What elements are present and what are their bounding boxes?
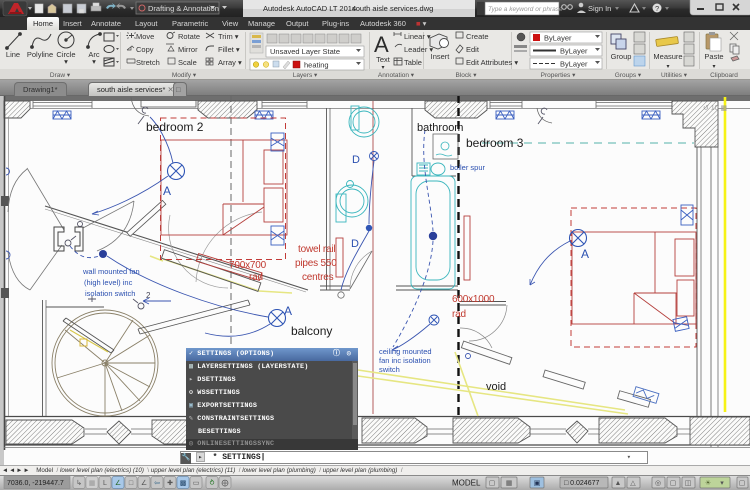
svg-text:D: D [351,238,359,250]
svg-text:▦: ▦ [89,480,96,487]
svg-text:isolation switch: isolation switch [85,289,135,298]
svg-text:7036.0, -219447.7: 7036.0, -219447.7 [7,480,64,487]
svg-text:Edit: Edit [466,45,480,54]
svg-text:700x700: 700x700 [229,260,267,271]
svg-text:Paste: Paste [704,52,723,61]
svg-text:▩: ▩ [180,480,187,487]
svg-text:Edit Attributes ▾: Edit Attributes ▾ [466,58,518,67]
svg-text:Clipboard: Clipboard [710,72,738,79]
svg-text:↺ 10 ▦: ↺ 10 ▦ [703,105,727,112]
svg-text:(high level) inc: (high level) inc [84,278,133,287]
svg-text:ByLayer: ByLayer [560,47,588,56]
svg-text:Modify ▾: Modify ▾ [172,72,197,79]
svg-text:Array ▾: Array ▾ [218,58,242,67]
svg-text:Leader ▾: Leader ▾ [404,45,433,54]
svg-text:rad: rad [452,309,466,320]
svg-text:Rotate: Rotate [178,32,200,41]
svg-text:⇦: ⇦ [154,480,160,487]
svg-text:A: A [374,32,389,57]
svg-text:✚: ✚ [167,479,173,487]
svg-text:Mirror: Mirror [178,45,198,54]
svg-text:Unsaved Layer State: Unsaved Layer State [270,47,340,56]
svg-text:□ 0.024677: □ 0.024677 [564,480,599,487]
svg-text:Polyline: Polyline [27,50,53,59]
svg-text:Layers ▾: Layers ▾ [293,72,318,79]
svg-text:Stretch: Stretch [136,58,160,67]
svg-text:centres: centres [302,272,334,283]
svg-text:pipes 550: pipes 550 [295,258,337,269]
svg-text:Sign In: Sign In [588,4,611,13]
svg-text:MODEL: MODEL [452,479,481,488]
svg-text:switch: switch [379,365,400,374]
svg-text:Draw ▾: Draw ▾ [50,72,71,79]
svg-text:A: A [163,184,171,198]
svg-text:Table: Table [404,58,422,67]
svg-text:↳: ↳ [76,479,82,487]
svg-text:Insert: Insert [431,52,451,61]
svg-text:?: ? [655,4,659,13]
svg-text:south aisle services.dwg: south aisle services.dwg [352,4,433,13]
svg-text:Scale: Scale [178,58,197,67]
svg-text:fan inc isolation: fan inc isolation [379,356,431,365]
svg-text:▾: ▾ [666,64,669,70]
svg-text:A: A [581,247,589,261]
svg-text:A: A [284,304,292,318]
svg-text:Block ▾: Block ▾ [456,72,478,79]
svg-text:▾: ▾ [720,480,724,487]
svg-text:ByLayer: ByLayer [544,34,572,43]
svg-text:Annotation ▾: Annotation ▾ [378,72,415,79]
svg-text:Properties ▾: Properties ▾ [541,72,576,79]
svg-text:▭: ▭ [193,480,200,487]
svg-text:▢: ▢ [489,480,496,487]
svg-text:⨁: ⨁ [222,479,229,487]
svg-text:Line: Line [6,50,20,59]
svg-text:Trim ▾: Trim ▾ [218,32,239,41]
svg-text:Linear ▾: Linear ▾ [404,32,431,41]
svg-text:Drafting & Annotation: Drafting & Annotation [148,4,219,13]
svg-text:Measure: Measure [653,52,682,61]
svg-text:▢: ▢ [670,480,677,487]
svg-text:▲: ▲ [615,480,622,487]
svg-text:heating: heating [304,61,329,70]
svg-text:∠: ∠ [141,479,147,487]
svg-text:Fillet ▾: Fillet ▾ [218,45,240,54]
svg-text:bedroom 3: bedroom 3 [466,136,524,150]
svg-text:△: △ [630,480,636,487]
svg-text:void: void [486,381,506,393]
svg-text:▾: ▾ [381,65,384,71]
svg-text:rad: rad [249,272,263,283]
svg-text:Utilities ▾: Utilities ▾ [661,72,688,79]
svg-text:wall mounted fan: wall mounted fan [82,267,140,276]
svg-text:Move: Move [136,32,154,41]
svg-text:Group: Group [611,52,632,61]
svg-text:▾: ▾ [92,57,96,66]
svg-text:Text: Text [376,55,391,64]
svg-text:Groups ▾: Groups ▾ [615,72,642,79]
svg-text:▣: ▣ [534,480,541,487]
svg-text:◫: ◫ [685,480,692,487]
svg-text:bedroom 2: bedroom 2 [146,120,204,134]
svg-text:balcony: balcony [291,324,332,338]
svg-text:∠: ∠ [115,479,121,487]
svg-text:⥁: ⥁ [210,479,215,487]
svg-text:Create: Create [466,32,489,41]
svg-text:▦: ▦ [506,480,513,487]
svg-text:bathroom: bathroom [417,122,463,134]
svg-text:▾: ▾ [712,64,715,70]
svg-text:Copy: Copy [136,45,154,54]
svg-text:Autodesk AutoCAD LT 2014: Autodesk AutoCAD LT 2014 [263,4,356,13]
svg-text:boiler spur: boiler spur [450,163,486,172]
svg-text:Type a keyword or phrase: Type a keyword or phrase [488,6,563,13]
svg-text:☀: ☀ [705,479,711,487]
svg-text:towel rail: towel rail [298,244,335,255]
svg-text:L: L [103,480,107,487]
svg-text:ByLayer: ByLayer [560,60,588,69]
svg-text:D: D [352,154,360,166]
svg-text:◎: ◎ [655,480,661,487]
svg-text:▾: ▾ [64,57,68,66]
svg-text:▢: ▢ [739,480,746,487]
svg-text:ceiling mounted: ceiling mounted [379,347,432,356]
svg-text:600x1000: 600x1000 [452,294,495,305]
